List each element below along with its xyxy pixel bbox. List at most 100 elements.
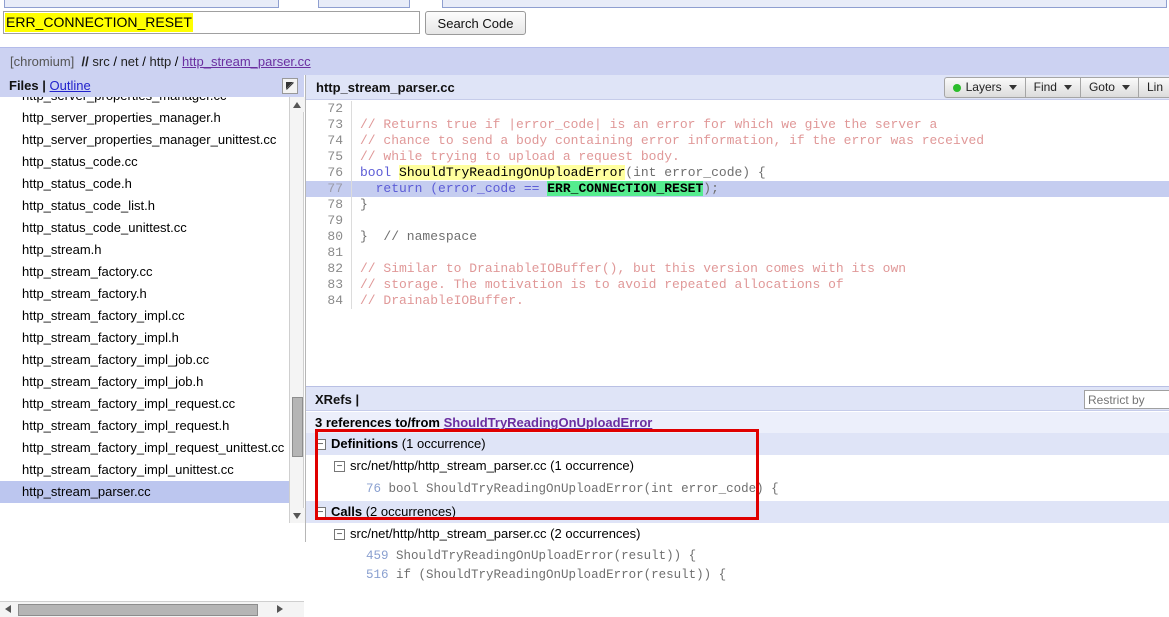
breadcrumb-segment-src[interactable]: src [92, 54, 109, 69]
file-list-item[interactable]: http_server_properties_manager_unittest.… [0, 129, 290, 151]
code-line[interactable]: 77 return (error_code == ERR_CONNECTION_… [306, 181, 1169, 197]
top-cutoff-box-left [4, 0, 279, 8]
top-cutoff-strip [0, 0, 1169, 8]
file-list-item[interactable]: http_stream_factory_impl_request_unittes… [0, 437, 290, 459]
file-list-item[interactable]: http_status_code_unittest.cc [0, 217, 290, 239]
xrefs-header: XRefs | [306, 386, 1169, 411]
file-list-item[interactable]: http_status_code.h [0, 173, 290, 195]
scroll-left-arrow-icon[interactable] [1, 602, 16, 617]
main-panel: http_stream_parser.cc Layers Find Goto L… [305, 75, 1169, 542]
file-list-item[interactable]: http_stream_factory_impl.cc [0, 305, 290, 327]
xrefs-result-definition[interactable]: 76 bool ShouldTryReadingOnUploadError(in… [306, 479, 1169, 501]
file-list-item[interactable]: http_stream_factory_impl_job.cc [0, 349, 290, 371]
file-list-item[interactable]: http_stream_parser.cc [0, 481, 290, 503]
xrefs-result-call-2[interactable]: 516 if (ShouldTryReadingOnUploadError(re… [306, 566, 1169, 585]
minus-toggle-icon[interactable]: − [315, 439, 326, 450]
breadcrumb-segment-http[interactable]: http [150, 54, 172, 69]
search-bar: ERR_CONNECTION_RESET Search Code [0, 8, 1169, 40]
collapse-panel-icon[interactable] [282, 78, 298, 94]
sidebar-header: Files | Outline [0, 75, 304, 97]
xrefs-group-definitions-label: Definitions [331, 436, 398, 451]
layers-button-label: Layers [966, 78, 1002, 97]
scroll-down-arrow-icon[interactable] [290, 508, 305, 523]
xrefs-group-definitions[interactable]: −Definitions (1 occurrence) [306, 433, 1169, 455]
xrefs-panel: XRefs | 3 references to/from ShouldTryRe… [306, 386, 1169, 542]
minus-toggle-icon[interactable]: − [315, 507, 326, 518]
file-list-item[interactable]: http_stream_factory_impl_job.h [0, 371, 290, 393]
breadcrumb-file-link[interactable]: http_stream_parser.cc [182, 54, 311, 69]
file-list: http_server_properties_manager.cchttp_se… [0, 97, 290, 503]
breadcrumb: [chromium] // src / net / http / http_st… [0, 47, 1169, 75]
code-line[interactable]: 72 [306, 101, 1169, 117]
xrefs-group-calls-label: Calls [331, 504, 362, 519]
goto-button[interactable]: Goto [1080, 77, 1138, 98]
file-list-item[interactable]: http_stream.h [0, 239, 290, 261]
layers-button[interactable]: Layers [944, 77, 1025, 98]
file-list-item[interactable]: http_stream_factory.cc [0, 261, 290, 283]
xrefs-file-count: (1 occurrence) [550, 458, 634, 473]
sidebar-horizontal-scrollbar[interactable] [0, 601, 304, 617]
file-list-item[interactable]: http_stream_factory_impl_unittest.cc [0, 459, 290, 481]
minus-toggle-icon[interactable]: − [334, 529, 345, 540]
code-viewer[interactable]: 7273// Returns true if |error_code| is a… [306, 101, 1169, 386]
file-list-item[interactable]: http_stream_factory.h [0, 283, 290, 305]
find-button[interactable]: Find [1025, 77, 1080, 98]
code-line[interactable]: 79 [306, 213, 1169, 229]
outline-tab[interactable]: Outline [50, 78, 91, 93]
code-line[interactable]: 80} // namespace [306, 229, 1169, 245]
file-list-item[interactable]: http_status_code_list.h [0, 195, 290, 217]
sidebar-vertical-scrollbar[interactable] [289, 97, 304, 523]
file-list-item[interactable]: http_stream_factory_impl_request.h [0, 415, 290, 437]
code-line[interactable]: 74// chance to send a body containing er… [306, 133, 1169, 149]
breadcrumb-project[interactable]: [chromium] [10, 54, 74, 69]
file-list-item[interactable]: http_server_properties_manager.h [0, 107, 290, 129]
xrefs-result-line-number: 76 [366, 482, 381, 496]
file-list-item[interactable]: http_status_code.cc [0, 151, 290, 173]
code-line[interactable]: 83// storage. The motivation is to avoid… [306, 277, 1169, 293]
top-cutoff-box-right [442, 0, 1167, 8]
code-toolbar: Layers Find Goto Lin [944, 77, 1169, 98]
file-list-item[interactable]: http_server_properties_manager.cc [0, 97, 290, 107]
breadcrumb-segment-net[interactable]: net [121, 54, 139, 69]
code-line[interactable]: 73// Returns true if |error_code| is an … [306, 117, 1169, 133]
sidebar-tab-divider: | [42, 78, 46, 93]
line-button[interactable]: Lin [1138, 77, 1169, 98]
xrefs-summary-row: 3 references to/from ShouldTryReadingOnU… [306, 412, 1169, 433]
code-line[interactable]: 82// Similar to DrainableIOBuffer(), but… [306, 261, 1169, 277]
code-file-title: http_stream_parser.cc [316, 75, 455, 100]
restrict-by-input[interactable] [1084, 390, 1169, 409]
code-line[interactable]: 75// while trying to upload a request bo… [306, 149, 1169, 165]
chevron-down-icon [1122, 85, 1130, 90]
xrefs-summary-symbol-link[interactable]: ShouldTryReadingOnUploadError [444, 415, 653, 430]
code-line[interactable]: 81 [306, 245, 1169, 261]
xrefs-result-code: ShouldTryReadingOnUploadError(result)) { [396, 549, 696, 563]
find-button-label: Find [1034, 78, 1057, 97]
goto-button-label: Goto [1089, 78, 1115, 97]
minus-toggle-icon[interactable]: − [334, 461, 345, 472]
code-line[interactable]: 78} [306, 197, 1169, 213]
xrefs-file-calls[interactable]: −src/net/http/http_stream_parser.cc (2 o… [306, 523, 1169, 547]
xrefs-result-call-1[interactable]: 459 ShouldTryReadingOnUploadError(result… [306, 547, 1169, 566]
file-list-item[interactable]: http_stream_factory_impl_request.cc [0, 393, 290, 415]
xrefs-group-calls[interactable]: −Calls (2 occurrences) [306, 501, 1169, 523]
code-line[interactable]: 84// DrainableIOBuffer. [306, 293, 1169, 309]
files-tab[interactable]: Files [9, 78, 39, 93]
xrefs-result-line-number: 459 [366, 549, 389, 563]
xrefs-tab-label[interactable]: XRefs | [315, 387, 359, 412]
file-sidebar: Files | Outline http_server_properties_m… [0, 75, 304, 542]
chevron-down-icon [1009, 85, 1017, 90]
search-input[interactable] [3, 11, 420, 34]
code-line[interactable]: 76bool ShouldTryReadingOnUploadError(int… [306, 165, 1169, 181]
top-cutoff-box-middle [318, 0, 410, 8]
vertical-scroll-thumb[interactable] [292, 397, 303, 457]
scroll-up-arrow-icon[interactable] [290, 97, 305, 112]
green-dot-icon [953, 84, 961, 92]
xrefs-result-code: if (ShouldTryReadingOnUploadError(result… [396, 568, 726, 582]
xrefs-file-definitions[interactable]: −src/net/http/http_stream_parser.cc (1 o… [306, 455, 1169, 479]
xrefs-result-line-number: 516 [366, 568, 389, 582]
scroll-right-arrow-icon[interactable] [273, 602, 288, 617]
file-list-viewport[interactable]: http_server_properties_manager.cchttp_se… [0, 97, 304, 523]
search-code-button[interactable]: Search Code [425, 11, 526, 35]
file-list-item[interactable]: http_stream_factory_impl.h [0, 327, 290, 349]
horizontal-scroll-thumb[interactable] [18, 604, 258, 616]
